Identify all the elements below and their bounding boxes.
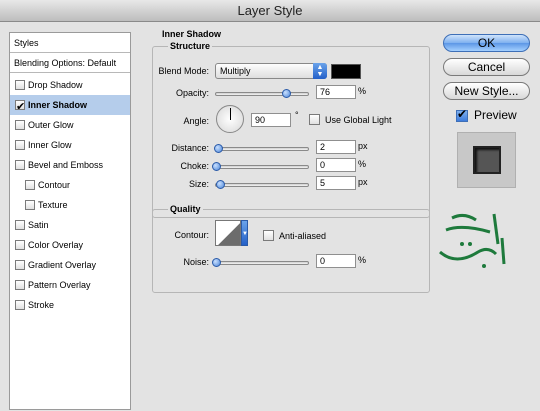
choke-label: Choke: [180,161,209,171]
ok-button[interactable]: OK [443,34,530,52]
sidebar-item-label: Inner Glow [28,140,72,150]
layer-style-dialog: Styles Blending Options: Default Drop Sh… [0,22,540,411]
blend-mode-select[interactable]: Multiply ▲ ▼ [215,63,327,79]
pattern-overlay-checkbox[interactable] [15,280,25,290]
sidebar-item-inner-shadow[interactable]: Inner Shadow [10,95,130,117]
angle-dial[interactable] [216,105,244,133]
preview-checkbox[interactable] [456,107,468,122]
inner-glow-checkbox[interactable] [15,140,25,150]
anti-aliased-label: Anti-aliased [279,231,327,241]
structure-group: Structure Blend Mode: Multiply ▲ ▼ Opacit… [152,41,430,218]
sidebar-item-label: Gradient Overlay [28,260,97,270]
structure-legend: Structure [168,41,213,51]
sidebar-item-gradient-overlay[interactable]: Gradient Overlay [10,255,130,275]
sidebar-item-inner-glow[interactable]: Inner Glow [10,135,130,155]
opacity-slider-thumb[interactable] [281,89,291,98]
sidebar-item-contour[interactable]: Contour [10,175,130,195]
use-global-light-checkbox[interactable] [309,114,320,125]
stroke-checkbox[interactable] [15,300,25,310]
sidebar-item-label: Contour [38,180,71,190]
shadow-color-swatch[interactable] [331,64,361,79]
use-global-light-label: Use Global Light [325,115,392,125]
quality-legend: Quality [168,204,203,214]
window-title: Layer Style [0,0,540,22]
distance-label: Distance: [171,143,209,153]
sidebar-item-label: Bevel and Emboss [28,160,104,170]
new-style-button[interactable]: New Style... [443,82,530,100]
contour-curve-icon [216,221,240,245]
sidebar-item-label: Color Overlay [28,240,84,250]
style-preview-thumbnail [473,146,501,174]
opacity-label: Opacity: [175,88,209,98]
noise-label: Noise: [183,257,209,267]
sidebar-item-drop-shadow[interactable]: Drop Shadow [10,75,130,95]
angle-unit: ° [295,110,299,120]
sidebar-item-label: Satin [28,220,49,230]
sidebar-item-label: Inner Shadow [28,100,88,110]
noise-slider[interactable] [212,258,309,267]
choke-slider-thumb[interactable] [212,162,221,171]
choke-unit: % [358,159,367,169]
sidebar-item-stroke[interactable]: Stroke [10,295,130,315]
inner-shadow-checkbox[interactable] [15,97,25,117]
sidebar-item-label: Texture [38,200,68,210]
contour-label: Contour: [174,230,209,240]
color-overlay-checkbox[interactable] [15,240,25,250]
sidebar-item-texture[interactable]: Texture [10,195,130,215]
panel-title: Inner Shadow [162,29,222,39]
select-arrow-icon: ▲ ▼ [313,63,327,79]
noise-input[interactable]: 0 [316,254,356,268]
size-slider[interactable] [215,180,309,189]
texture-checkbox[interactable] [25,200,35,210]
blend-mode-value: Multiply [220,66,251,76]
noise-unit: % [358,255,367,265]
opacity-slider[interactable] [215,89,309,98]
size-label: Size: [188,179,209,189]
quality-group: Quality Contour: ▼ Anti-aliased Noise: 0… [152,204,430,293]
watermark-logo [432,208,522,278]
choke-input[interactable]: 0 [316,158,356,172]
preview-label: Preview [474,108,517,122]
size-unit: px [358,177,368,187]
angle-label: Angle: [183,116,209,126]
distance-unit: px [358,141,368,151]
drop-shadow-checkbox[interactable] [15,80,25,90]
sidebar-item-pattern-overlay[interactable]: Pattern Overlay [10,275,130,295]
distance-slider-thumb[interactable] [213,144,223,153]
gradient-overlay-checkbox[interactable] [15,260,25,270]
size-slider-thumb[interactable] [215,180,225,189]
satin-checkbox[interactable] [15,220,25,230]
sidebar-header-styles[interactable]: Styles [10,33,130,53]
size-input[interactable]: 5 [316,176,356,190]
distance-input[interactable]: 2 [316,140,356,154]
sidebar-item-label: Pattern Overlay [28,280,91,290]
sidebar-item-label: Stroke [28,300,55,310]
styles-sidebar: Styles Blending Options: Default Drop Sh… [9,32,131,410]
sidebar-blending-options[interactable]: Blending Options: Default [10,53,130,73]
sidebar-item-label: Drop Shadow [28,80,83,90]
contour-checkbox[interactable] [25,180,35,190]
contour-dropdown-arrow-icon[interactable]: ▼ [241,220,248,246]
angle-dial-hand [230,108,231,120]
sidebar-item-satin[interactable]: Satin [10,215,130,235]
sidebar-item-color-overlay[interactable]: Color Overlay [10,235,130,255]
watermark-logo-icon [439,213,506,268]
blend-mode-label: Blend Mode: [158,66,209,76]
cancel-button[interactable]: Cancel [443,58,530,76]
distance-slider[interactable] [213,144,309,153]
noise-slider-thumb[interactable] [212,258,221,267]
sidebar-item-label: Outer Glow [28,120,74,130]
outer-glow-checkbox[interactable] [15,120,25,130]
opacity-input[interactable]: 76 [316,85,356,99]
opacity-unit: % [358,86,367,96]
sidebar-item-outer-glow[interactable]: Outer Glow [10,115,130,135]
sidebar-item-bevel-emboss[interactable]: Bevel and Emboss [10,155,130,175]
bevel-emboss-checkbox[interactable] [15,160,25,170]
anti-aliased-checkbox[interactable] [263,230,274,241]
choke-slider[interactable] [212,162,309,171]
style-preview-well [457,132,516,188]
angle-input[interactable]: 90 [251,113,291,127]
contour-preview[interactable] [215,220,241,246]
